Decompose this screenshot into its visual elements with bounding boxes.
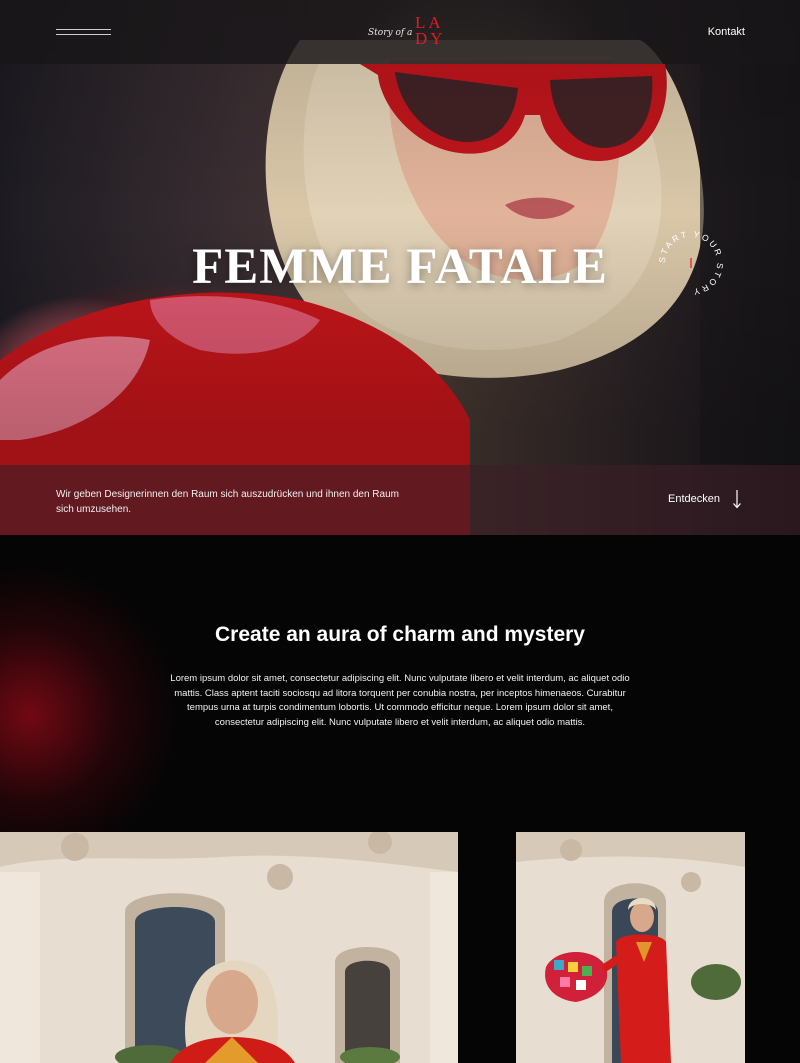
hero-footer-bar: Wir geben Designerinnen den Raum sich au… <box>0 465 800 535</box>
menu-icon[interactable] <box>56 27 111 37</box>
intro-red-glow <box>0 565 180 832</box>
intro-body-text: Lorem ipsum dolor sit amet, consectetur … <box>170 673 630 728</box>
start-your-story-badge[interactable]: START YOUR STORY <box>656 228 726 298</box>
gallery-image-woman-red-suit-bag <box>516 832 745 1063</box>
gallery-photo-right[interactable] <box>516 832 745 1063</box>
arrow-down-icon <box>733 490 741 509</box>
logo-mark: LA DY <box>415 14 446 48</box>
discover-button[interactable]: Entdecken <box>668 489 742 509</box>
top-navigation-bar: Story of a LA DY Kontakt <box>0 0 800 64</box>
gallery-photo-left[interactable] <box>0 832 458 1063</box>
contact-link[interactable]: Kontakt <box>708 26 745 38</box>
hero-tagline: Wir geben Designerinnen den Raum sich au… <box>56 489 399 515</box>
discover-label: Entdecken <box>668 493 720 505</box>
hero-section: Story of a LA DY Kontakt FEMME FATALE ST… <box>0 0 800 535</box>
intro-title: Create an aura of charm and mystery <box>215 623 585 646</box>
logo-mark-bottom: DY <box>415 29 446 48</box>
gallery-image-woman-red-suit-portrait <box>0 832 458 1063</box>
logo-script-text: Story of a <box>368 28 413 38</box>
brand-logo[interactable]: Story of a LA DY <box>360 14 450 54</box>
intro-section: Create an aura of charm and mystery Lore… <box>0 535 800 832</box>
